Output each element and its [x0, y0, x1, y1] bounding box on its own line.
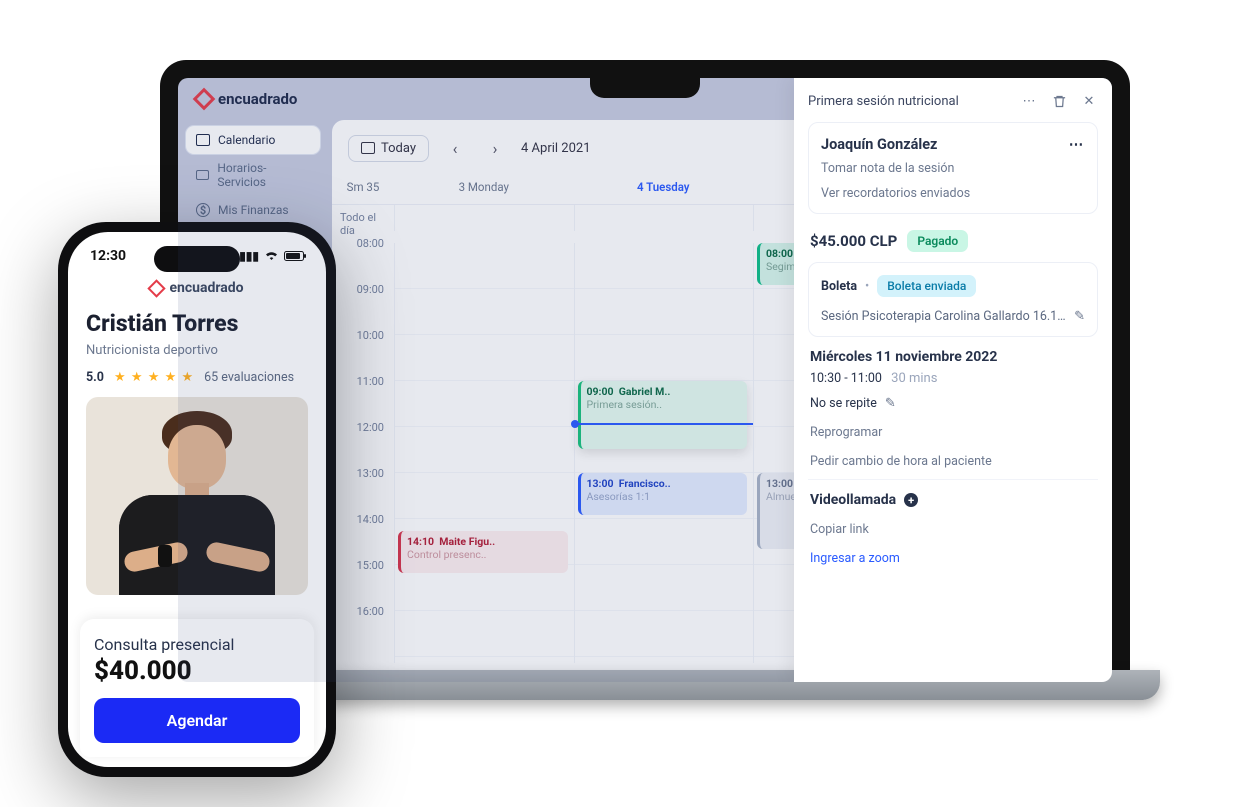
day-header[interactable]: 3 Monday — [394, 176, 574, 198]
sidebar-item-calendario[interactable]: Calendario — [186, 126, 320, 154]
prev-week-button[interactable]: ‹ — [441, 134, 469, 162]
laptop-notch — [590, 78, 700, 98]
hour-label: 16:00 — [332, 605, 394, 651]
day-header[interactable]: 4 Tuesday — [574, 176, 754, 198]
dynamic-island — [154, 246, 240, 272]
today-button-label: Today — [381, 141, 416, 156]
next-week-button[interactable]: › — [481, 134, 509, 162]
session-time: 10:30 - 11:00 — [810, 371, 882, 386]
day-column[interactable]: 09:00 Gabriel M..Primera sesión.. 13:00 F… — [574, 243, 754, 663]
copy-link[interactable]: Copiar link — [810, 508, 1096, 537]
hour-label: 14:00 — [332, 513, 394, 559]
offer-price: $40.000 — [94, 654, 300, 698]
boleta-label: Boleta — [821, 279, 857, 294]
hour-label: 15:00 — [332, 559, 394, 605]
request-change-link[interactable]: Pedir cambio de hora al paciente — [810, 440, 1096, 469]
cellular-icon: ▮▮▮ — [239, 249, 259, 263]
agendar-button[interactable]: Agendar — [94, 698, 300, 743]
boleta-description: Sesión Psicoterapia Carolina Gallardo 16… — [821, 309, 1068, 324]
today-button[interactable]: Today — [348, 135, 429, 162]
wifi-icon — [264, 249, 279, 263]
view-reminders-link[interactable]: Ver recordatorios enviados — [821, 176, 1085, 201]
phone-screen: 12:30 ▮▮▮ encuadrado Cristián Torres Nut… — [68, 232, 326, 767]
evaluations-count: 65 evaluaciones — [204, 370, 294, 385]
sidebar-item-horarios[interactable]: Horarios-Servicios — [186, 154, 320, 196]
boleta-status-badge: Boleta enviada — [877, 275, 976, 297]
stars-icon: ★ ★ ★ ★ ★ — [114, 370, 194, 385]
session-title: Primera sesión nutricional — [808, 94, 959, 109]
current-time-indicator — [575, 423, 754, 425]
status-clock: 12:30 — [90, 248, 126, 264]
offer-title: Consulta presencial — [94, 635, 300, 654]
close-icon[interactable]: ✕ — [1080, 92, 1098, 110]
brand-logo-icon — [148, 279, 166, 297]
day-column[interactable]: 14:10 Maite Figu..Control presenc.. — [394, 243, 574, 663]
video-block: Videollamada + Copiar link Ingresar a zo… — [808, 490, 1098, 566]
phone-frame: 12:30 ▮▮▮ encuadrado Cristián Torres Nut… — [58, 222, 336, 777]
briefcase-icon — [196, 170, 209, 180]
battery-icon — [284, 251, 304, 261]
offer-card: Consulta presencial $40.000 Agendar — [80, 619, 314, 757]
delete-icon[interactable] — [1050, 92, 1068, 110]
sidebar-item-finanzas[interactable]: Mis Finanzas — [186, 196, 320, 224]
rating-row: 5.0 ★ ★ ★ ★ ★ 65 evaluaciones — [86, 370, 308, 397]
time-axis: 08:0009:0010:0011:0012:0013:0014:0015:00… — [332, 243, 394, 663]
week-number-label: Sm 35 — [332, 176, 394, 198]
date-block: Miércoles 11 noviembre 2022 10:30 - 11:0… — [808, 349, 1098, 480]
calendar-icon — [196, 134, 210, 146]
session-duration: 30 mins — [891, 371, 937, 386]
add-video-icon[interactable]: + — [904, 493, 918, 507]
price-row: $45.000 CLP Pagado — [808, 224, 1098, 262]
take-note-link[interactable]: Tomar nota de la sesión — [821, 153, 1085, 176]
calendar-event[interactable]: 09:00 Gabriel M..Primera sesión.. — [578, 381, 748, 449]
brand-name: encuadrado — [218, 90, 297, 108]
sidebar-item-label: Calendario — [218, 133, 275, 147]
dollar-icon — [196, 203, 210, 217]
hour-label: 09:00 — [332, 283, 394, 329]
repeat-label: No se repite — [810, 396, 877, 411]
session-date: Miércoles 11 noviembre 2022 — [810, 349, 1096, 371]
current-date-label: 4 April 2021 — [521, 141, 591, 156]
hour-label: 10:00 — [332, 329, 394, 375]
reprogram-link[interactable]: Reprogramar — [810, 411, 1096, 440]
professional-name: Cristián Torres — [86, 310, 308, 337]
phone-brand: encuadrado — [86, 274, 308, 310]
calendar-event[interactable]: 13:00 Francisco..Asesorías 1:1 — [578, 473, 748, 515]
brand-name: encuadrado — [169, 280, 243, 296]
hour-label: 11:00 — [332, 375, 394, 421]
edit-boleta-icon[interactable]: ✎ — [1074, 309, 1085, 324]
session-price: $45.000 CLP — [810, 232, 897, 250]
sidebar-item-label: Mis Finanzas — [218, 203, 289, 217]
patient-more-icon[interactable]: ⋯ — [1067, 135, 1085, 153]
session-detail-panel: Primera sesión nutricional ⋯ ✕ Joaquín G… — [794, 78, 1112, 682]
join-zoom-link[interactable]: Ingresar a zoom — [810, 537, 1096, 566]
professional-photo — [86, 397, 308, 595]
video-heading: Videollamada — [810, 492, 896, 508]
hour-label: 08:00 — [332, 237, 394, 283]
paid-badge: Pagado — [907, 230, 968, 252]
brand-logo-icon — [193, 88, 216, 111]
patient-card: Joaquín González ⋯ Tomar nota de la sesi… — [808, 122, 1098, 214]
hour-label: 12:00 — [332, 421, 394, 467]
calendar-event[interactable]: 14:10 Maite Figu..Control presenc.. — [398, 531, 568, 573]
sidebar-item-label: Horarios-Servicios — [217, 161, 310, 189]
professional-role: Nutricionista deportivo — [86, 337, 308, 370]
more-options-icon[interactable]: ⋯ — [1020, 92, 1038, 110]
calendar-icon — [361, 142, 375, 154]
rating-value: 5.0 — [86, 370, 104, 385]
hour-label: 13:00 — [332, 467, 394, 513]
boleta-card: Boleta • Boleta enviada Sesión Psicotera… — [808, 262, 1098, 337]
patient-name: Joaquín González — [821, 136, 937, 153]
edit-repeat-icon[interactable]: ✎ — [885, 396, 896, 411]
